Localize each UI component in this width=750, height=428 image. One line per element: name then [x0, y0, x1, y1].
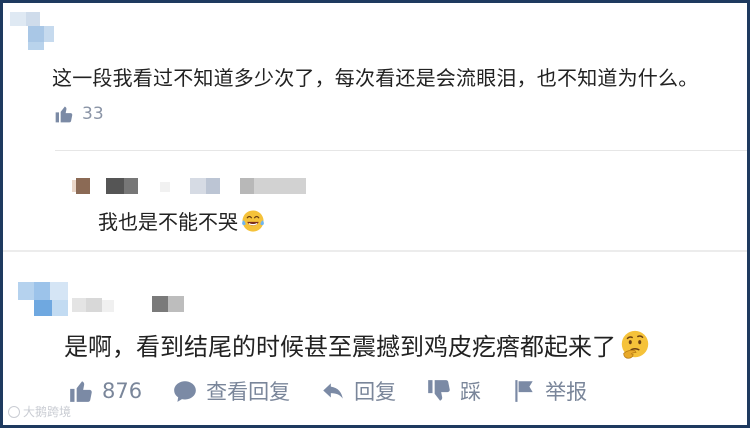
comment-text: 这一段我看过不知道多少次了，每次看还是会流眼泪，也不知道为什么。: [52, 66, 699, 90]
watermark-text: 大鹅跨境: [23, 405, 72, 419]
flag-icon: [515, 380, 533, 402]
watermark-logo-icon: [8, 405, 20, 418]
watermark: 大鹅跨境: [8, 403, 71, 420]
thumbs-up-icon: [70, 381, 92, 402]
divider: [3, 250, 747, 252]
reply-label: 我也是不能不哭: [98, 210, 238, 234]
dislike-button[interactable]: 踩: [426, 376, 481, 406]
report-button[interactable]: 举报: [511, 376, 587, 406]
dislike-label: 踩: [460, 380, 482, 404]
like-count: 876: [102, 379, 143, 403]
comment-label: 是啊，看到结尾的时候甚至震撼到鸡皮疙瘩都起来了: [64, 333, 616, 361]
like-count: 33: [82, 104, 104, 124]
view-replies-label: 查看回复: [206, 380, 291, 404]
thumbs-up-icon: [55, 106, 73, 123]
view-replies-button[interactable]: 查看回复: [172, 376, 290, 406]
thumbs-down-icon: [428, 380, 450, 401]
avatar[interactable]: [10, 12, 55, 50]
report-label: 举报: [545, 380, 588, 404]
divider: [55, 150, 747, 151]
reply-label: 回复: [354, 380, 397, 404]
comment-username[interactable]: [72, 296, 192, 316]
laughing-crying-emoji-icon: [242, 209, 264, 232]
chat-bubble-icon: [174, 381, 196, 402]
like-button[interactable]: 876: [68, 378, 142, 404]
thinking-face-emoji-icon: [621, 330, 649, 359]
reply-username[interactable]: [72, 176, 312, 196]
like-button[interactable]: 33: [54, 104, 104, 124]
reply-button[interactable]: 回复: [320, 376, 396, 406]
reply-arrow-icon: [323, 383, 343, 399]
comment-actions: 876 查看回复 回复 踩 举报: [68, 376, 617, 406]
avatar[interactable]: [18, 282, 70, 318]
comment-text: 是啊，看到结尾的时候甚至震撼到鸡皮疙瘩都起来了: [64, 327, 652, 362]
reply-text: 我也是不能不哭: [98, 206, 266, 235]
